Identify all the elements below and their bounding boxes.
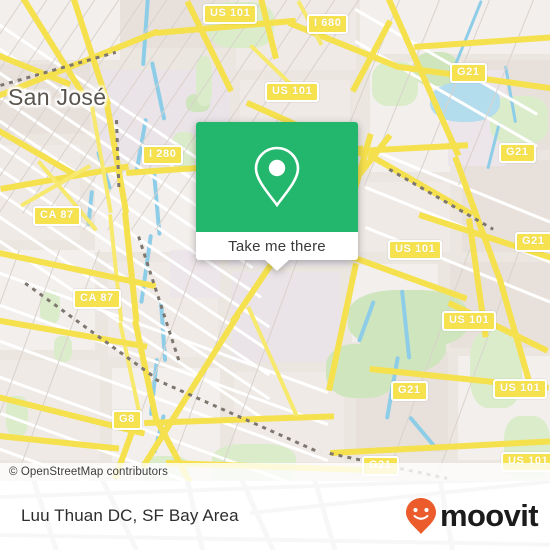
moovit-smiley-pin-icon	[405, 497, 436, 534]
highway-shield: G21	[391, 381, 428, 401]
callout-image-area	[196, 122, 358, 232]
moovit-logo[interactable]: moovit	[405, 481, 539, 550]
highway-shield: US 101	[203, 4, 258, 24]
footer-title-text: Luu Thuan DC, SF Bay Area	[21, 505, 239, 525]
take-me-there-label: Take me there	[228, 237, 326, 255]
highway-shield: US 101	[493, 379, 548, 399]
take-me-there-button[interactable]: Take me there	[196, 232, 358, 260]
destination-callout[interactable]: Take me there	[196, 122, 358, 271]
footer-bar: Luu Thuan DC, SF Bay Area moovit	[0, 481, 550, 550]
city-label: San José	[8, 84, 107, 110]
highway-shield: CA 87	[33, 206, 81, 226]
moovit-wordmark: moovit	[439, 498, 539, 533]
osm-attribution-bar: © OpenStreetMap contributors	[0, 463, 550, 481]
footer-title: Luu Thuan DC, SF Bay Area	[21, 481, 239, 550]
highway-shield: CA 87	[73, 289, 121, 309]
osm-attribution-text: © OpenStreetMap contributors	[9, 466, 168, 478]
highway-shield: I 680	[307, 14, 349, 34]
screenshot-root: US 101 I 680 US 101 G21 I 280 G21 CA 87 US 101 G…	[0, 0, 550, 550]
map-canvas[interactable]: US 101 I 680 US 101 G21 I 280 G21 CA 87 US 101 G…	[0, 0, 550, 481]
highway-shield: I 280	[142, 145, 184, 165]
location-pin-icon	[254, 146, 300, 208]
highway-shield: US 101	[265, 82, 320, 102]
highway-shield: G8	[112, 410, 142, 430]
highway-shield: US 101	[442, 311, 497, 331]
highway-shield: US 101	[388, 240, 443, 260]
highway-shield: G21	[499, 143, 536, 163]
callout-tail	[265, 260, 289, 271]
highway-shield: G21	[515, 232, 550, 252]
highway-shield: G21	[450, 63, 487, 83]
